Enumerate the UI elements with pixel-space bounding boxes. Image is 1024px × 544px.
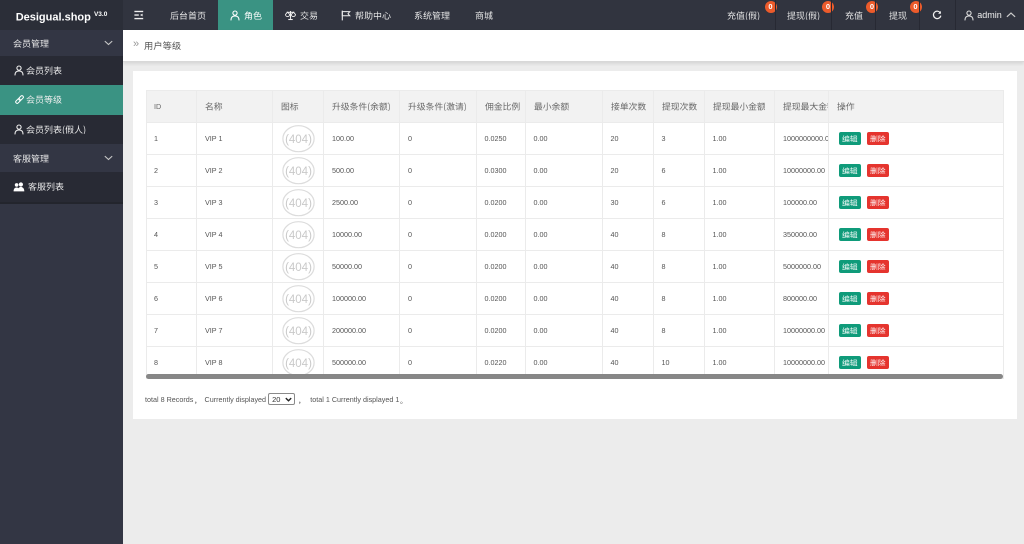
svg-text:(404): (404) [285, 230, 312, 242]
svg-text:(404): (404) [285, 166, 312, 178]
svg-text:(404): (404) [285, 198, 312, 210]
svg-text:(404): (404) [285, 262, 312, 274]
svg-text:(404): (404) [285, 134, 312, 146]
svg-text:(404): (404) [285, 294, 312, 306]
svg-text:(404): (404) [285, 326, 312, 338]
svg-text:(404): (404) [285, 358, 312, 370]
